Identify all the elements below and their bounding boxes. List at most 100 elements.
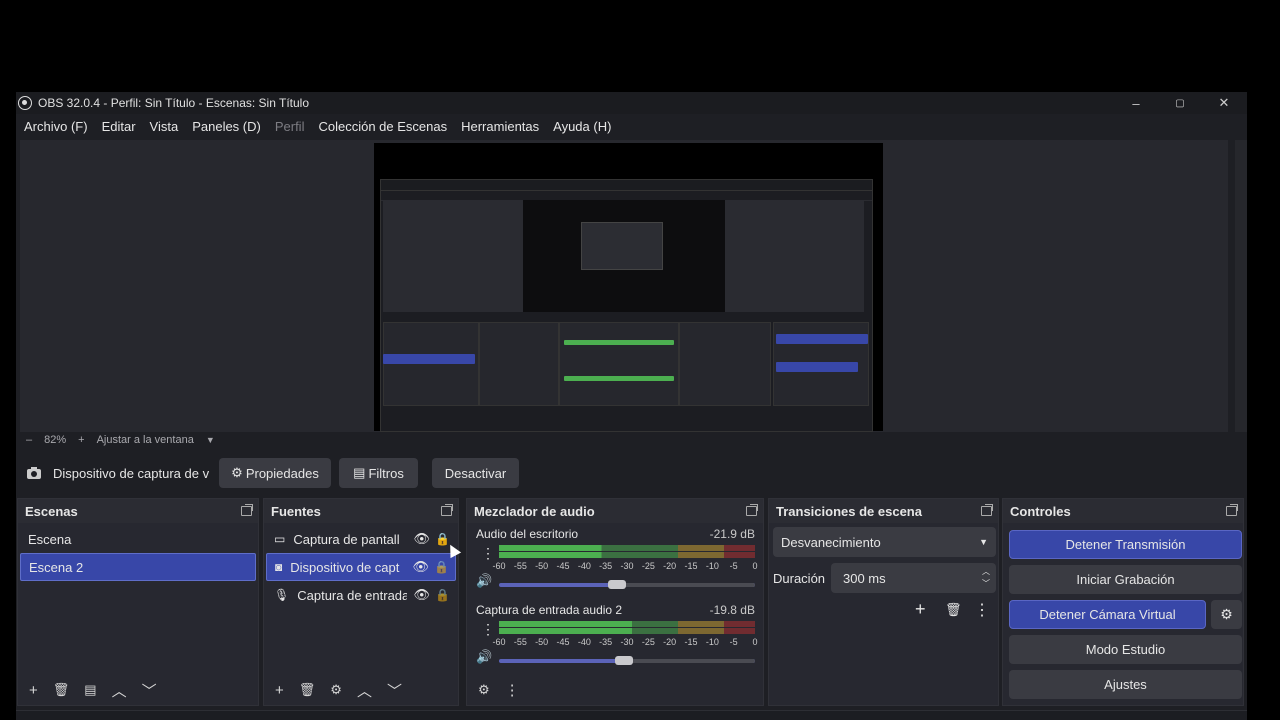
lock-icon[interactable]: 🔒 — [434, 560, 449, 574]
lock-icon[interactable]: 🔒 — [435, 532, 450, 546]
scenes-dock: Escenas Escena Escena 2 + 🗑 ▤ ︿ ﹀ — [17, 498, 259, 706]
scenes-footer: + 🗑 ▤ ︿ ﹀ — [18, 675, 258, 705]
source-item[interactable]: 🎙 Captura de entrada 👁 🔒 — [266, 581, 456, 609]
undock-icon[interactable] — [241, 504, 253, 516]
move-down-icon[interactable]: ﹀ — [387, 680, 402, 701]
volume-slider[interactable] — [499, 580, 755, 589]
filters-button[interactable]: ▤ Filtros — [339, 458, 418, 488]
start-recording-button[interactable]: Iniciar Grabación — [1009, 565, 1242, 594]
add-transition-icon[interactable]: + — [915, 599, 926, 620]
stop-virtual-camera-button[interactable]: Detener Cámara Virtual — [1009, 600, 1206, 629]
zoom-dropdown-icon[interactable]: ▼ — [206, 435, 215, 445]
preview-canvas[interactable] — [374, 143, 883, 432]
kebab-menu-icon[interactable]: ⋮ — [505, 681, 520, 699]
undock-icon[interactable] — [746, 504, 758, 516]
advanced-audio-icon[interactable]: ⚙ — [478, 682, 490, 698]
kebab-menu-icon[interactable]: ⋮ — [481, 621, 495, 638]
camera-icon — [27, 467, 41, 479]
kebab-menu-icon[interactable]: ⋮ — [481, 545, 495, 562]
filters-label: Filtros — [368, 465, 404, 481]
menu-archivo[interactable]: Archivo (F) — [24, 119, 88, 134]
volume-slider[interactable] — [499, 656, 755, 665]
meter-track-right — [499, 628, 755, 634]
menu-coleccion-escenas[interactable]: Colección de Escenas — [318, 119, 447, 134]
meter-tick-label: 0 — [752, 637, 758, 647]
menu-herramientas[interactable]: Herramientas — [461, 119, 539, 134]
meter-tick-label: -30 — [620, 561, 634, 571]
zoom-in-button[interactable]: + — [78, 434, 84, 446]
scene-item[interactable]: Escena — [20, 525, 256, 553]
move-up-icon[interactable]: ︿ — [357, 680, 372, 701]
scene-filters-icon[interactable]: ▤ — [84, 682, 96, 698]
source-item-selected[interactable]: ◙ Dispositivo de capt 👁 🔒 — [266, 553, 456, 581]
menu-vista[interactable]: Vista — [150, 119, 179, 134]
stop-stream-button[interactable]: Detener Transmisión — [1009, 530, 1242, 559]
nested-obs-capture — [380, 179, 873, 432]
menu-perfil[interactable]: Perfil — [275, 119, 305, 134]
spin-up-icon[interactable]: ︿ — [982, 566, 990, 577]
remove-source-icon[interactable]: 🗑 — [299, 682, 316, 698]
remove-transition-icon[interactable]: 🗑 — [945, 602, 962, 618]
meter-tick-label: -45 — [556, 637, 570, 647]
speaker-icon[interactable]: 🔊 — [476, 649, 492, 665]
move-up-icon[interactable]: ︿ — [112, 680, 127, 701]
close-button[interactable]: ✕ — [1202, 92, 1246, 114]
speaker-icon[interactable]: 🔊 — [476, 573, 492, 589]
preview-scrollbar[interactable] — [1235, 140, 1247, 432]
properties-label: Propiedades — [245, 465, 319, 481]
preview-area[interactable] — [20, 140, 1228, 432]
menu-editar[interactable]: Editar — [102, 119, 136, 134]
add-scene-icon[interactable]: + — [29, 682, 38, 699]
controls-dock: Controles Detener Transmisión Iniciar Gr… — [1002, 498, 1244, 706]
settings-button[interactable]: Ajustes — [1009, 670, 1242, 699]
meter-tick-label: -55 — [513, 561, 527, 571]
source-label: Captura de pantall — [293, 531, 400, 547]
add-source-icon[interactable]: + — [275, 682, 284, 699]
undock-icon[interactable] — [981, 504, 993, 516]
channel-db: -19.8 dB — [709, 603, 755, 617]
meter-tick-label: -60 — [492, 561, 506, 571]
transitions-title: Transiciones de escena — [776, 503, 922, 519]
kebab-menu-icon[interactable]: ⋮ — [974, 600, 990, 620]
eye-icon[interactable]: 👁 — [413, 587, 430, 603]
eye-icon[interactable]: 👁 — [412, 559, 429, 575]
meter-tick-label: -50 — [535, 637, 549, 647]
spin-down-icon[interactable]: ﹀ — [982, 578, 990, 589]
deactivate-button[interactable]: Desactivar — [432, 458, 519, 488]
lock-icon[interactable]: 🔒 — [435, 588, 450, 602]
channel-name: Audio del escritorio — [476, 527, 579, 541]
undock-icon[interactable] — [1226, 504, 1238, 516]
transitions-header: Transiciones de escena — [769, 499, 998, 523]
menu-ayuda[interactable]: Ayuda (H) — [553, 119, 611, 134]
menu-paneles[interactable]: Paneles (D) — [192, 119, 261, 134]
transition-select[interactable]: Desvanecimiento ▼ — [773, 527, 996, 557]
move-down-icon[interactable]: ﹀ — [142, 680, 157, 701]
zoom-out-button[interactable]: – — [26, 434, 32, 446]
duration-input[interactable]: 300 ms ︿ ﹀ — [831, 563, 996, 593]
minimize-button[interactable]: – — [1114, 92, 1158, 114]
scene-item-selected[interactable]: Escena 2 — [20, 553, 256, 581]
maximize-button[interactable]: ▢ — [1158, 92, 1202, 114]
virtual-camera-settings-icon[interactable]: ⚙ — [1211, 600, 1242, 629]
obs-logo-icon — [18, 96, 32, 110]
meter-tick-label: -15 — [684, 637, 698, 647]
meter-tick-label: -25 — [641, 637, 655, 647]
meter-scale: -60 -55 -50 -45 -40 -35 -30 -25 -20 -15 -10 -5 0 — [492, 561, 759, 571]
undock-icon[interactable] — [441, 504, 453, 516]
properties-button[interactable]: ⚙ Propiedades — [219, 458, 331, 488]
fit-window-option[interactable]: Ajustar a la ventana — [97, 434, 194, 446]
microphone-icon: 🎙 — [274, 588, 290, 602]
channel-name: Captura de entrada audio 2 — [476, 603, 623, 617]
studio-mode-button[interactable]: Modo Estudio — [1009, 635, 1242, 664]
meter-tick-label: -25 — [641, 561, 655, 571]
source-properties-icon[interactable]: ⚙ — [330, 682, 342, 698]
source-toolbar: Dispositivo de captura de v ⚙ Propiedades… — [16, 454, 1244, 492]
meter-tick-label: -20 — [663, 561, 677, 571]
eye-icon[interactable]: 👁 — [413, 531, 430, 547]
meter-tick-label: -40 — [577, 561, 591, 571]
sources-dock: Fuentes ▭ Captura de pantall 👁 🔒 ◙ Dispo… — [263, 498, 459, 706]
chevron-down-icon: ▼ — [979, 537, 988, 547]
remove-scene-icon[interactable]: 🗑 — [53, 682, 70, 698]
window-title: OBS 32.0.4 - Perfil: Sin Título - Escena… — [38, 96, 310, 110]
source-item[interactable]: ▭ Captura de pantall 👁 🔒 — [266, 525, 456, 553]
